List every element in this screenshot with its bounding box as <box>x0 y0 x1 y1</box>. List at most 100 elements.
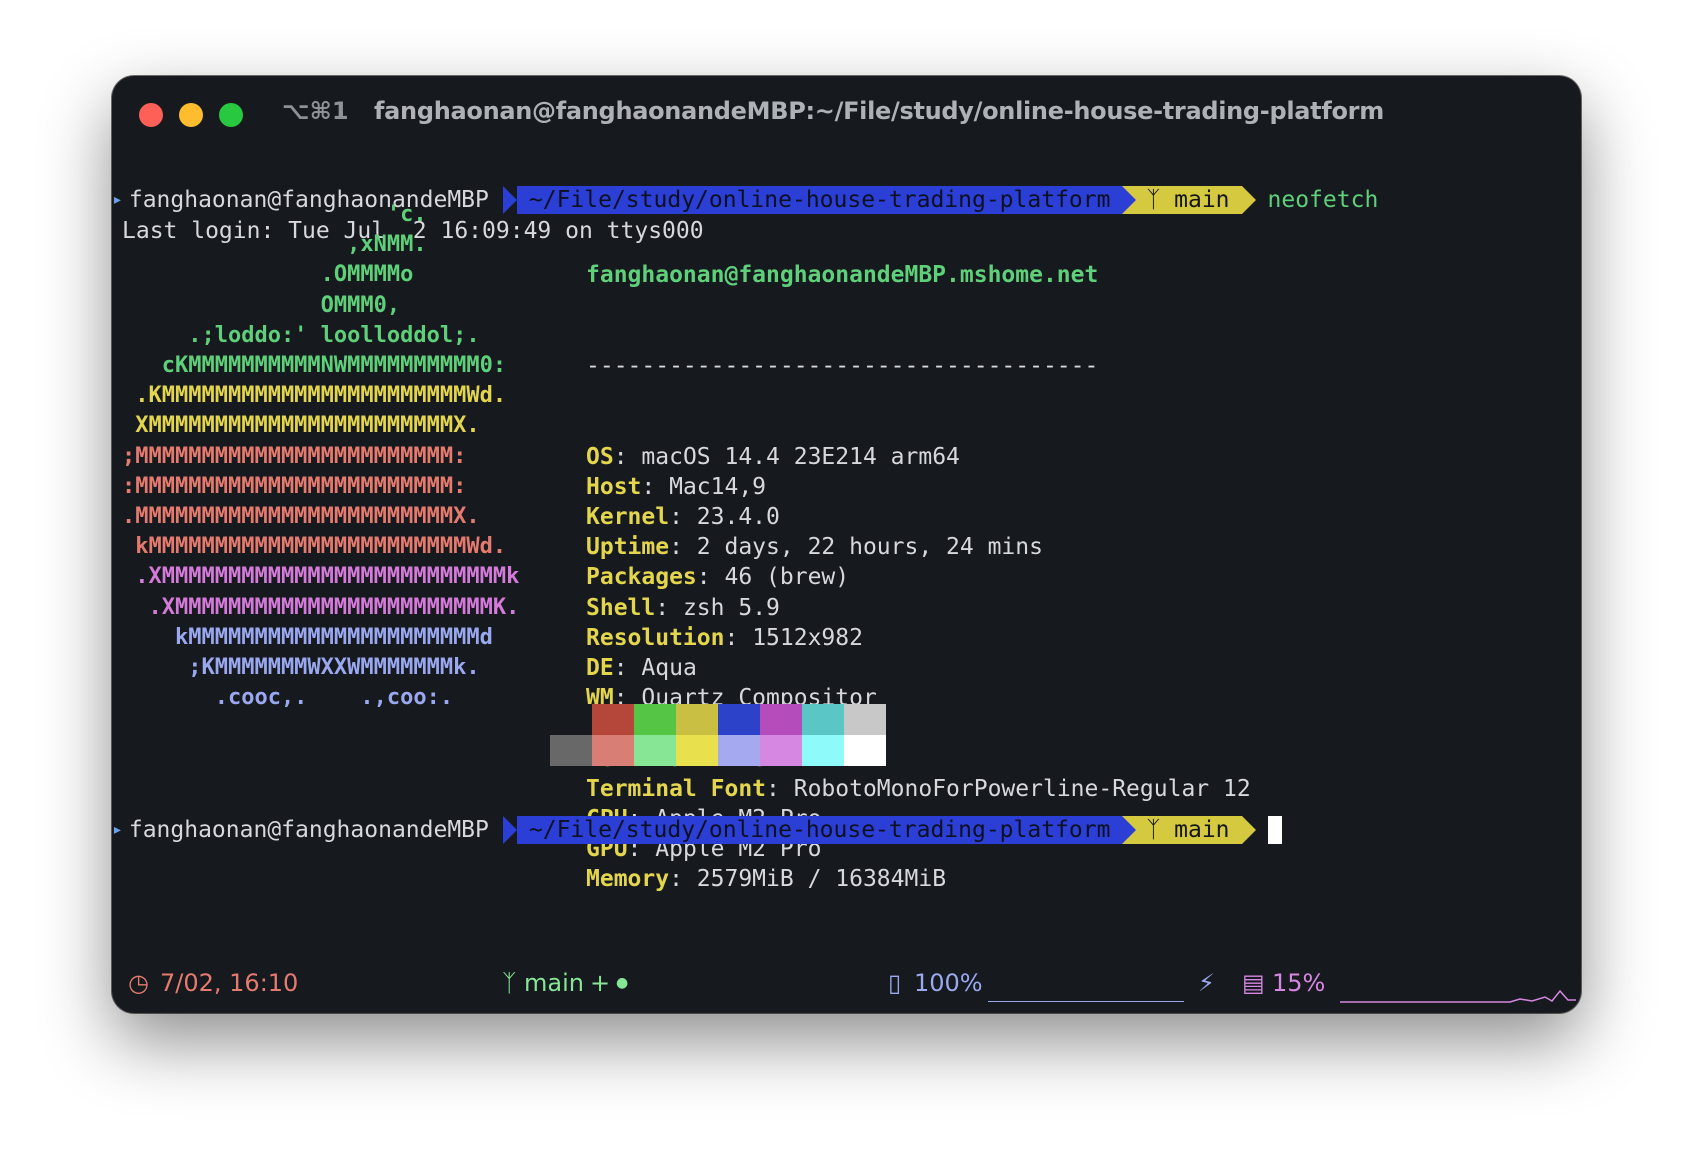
color-swatch <box>760 735 802 766</box>
status-branch: main <box>524 969 584 997</box>
info-colon: : <box>613 655 642 682</box>
ascii-logo-line: .;loddo:' loolloddol;. <box>122 322 480 348</box>
info-key: Terminal Font <box>586 775 767 802</box>
info-colon: : <box>655 594 683 621</box>
color-swatch <box>802 704 844 735</box>
ascii-logo-line: ;MMMMMMMMMMMMMMMMMMMMMMMM: <box>122 443 467 469</box>
info-colon: : <box>641 473 670 500</box>
prompt-caret-icon: ▸ <box>112 819 123 840</box>
color-swatch <box>676 704 718 735</box>
color-swatch <box>550 704 592 735</box>
ascii-logo-line: cKMMMMMMMMMMNWMMMMMMMMMM0: <box>122 353 507 378</box>
status-dot-icon: ● <box>616 975 629 991</box>
info-key: Resolution <box>586 624 725 651</box>
ascii-logo-line: .cooc,. .,coo:. <box>122 685 454 711</box>
zoom-button[interactable] <box>219 103 243 127</box>
info-colon: : <box>669 534 697 561</box>
info-key: Uptime <box>586 534 670 561</box>
color-swatch <box>634 735 676 766</box>
info-value: zsh 5.9 <box>682 594 780 621</box>
status-datetime: 7/02, 16:10 <box>160 969 299 997</box>
clock-icon: ◷ <box>128 969 149 997</box>
color-swatch <box>802 735 844 766</box>
color-swatch <box>634 704 676 735</box>
color-swatch <box>550 735 592 766</box>
color-swatch <box>760 704 802 735</box>
ascii-logo-line: ;KMMMMMMMWXXWMMMMMMMk. <box>122 655 480 680</box>
info-value: Aqua <box>641 655 697 682</box>
color-swatch <box>676 735 718 766</box>
info-key: Shell <box>586 594 656 621</box>
terminal-window: ⌥⌘1 fanghaonan@fanghaonandeMBP:~/File/st… <box>112 76 1581 1013</box>
info-colon: : <box>669 504 697 531</box>
charging-icon: ⚡ <box>1198 969 1215 997</box>
info-colon: : <box>613 443 642 470</box>
ascii-logo-line: .MMMMMMMMMMMMMMMMMMMMMMMMX. <box>122 504 480 529</box>
info-user-host: fanghaonan@fanghaonandeMBP.mshome.net <box>586 262 1099 289</box>
window-shortcut-label: ⌥⌘1 <box>282 97 349 125</box>
ascii-logo-line: .OMMMMo <box>122 262 414 288</box>
minimize-button[interactable] <box>179 103 203 127</box>
info-row: Host: Mac14,9 <box>586 472 1251 502</box>
info-key: DE <box>586 655 614 682</box>
info-key: Packages <box>586 564 697 591</box>
info-row: Kernel: 23.4.0 <box>586 502 1251 532</box>
info-row: Uptime: 2 days, 22 hours, 24 mins <box>586 532 1251 562</box>
info-value: 2579MiB / 16384MiB <box>696 866 947 893</box>
title-bar[interactable]: ⌥⌘1 fanghaonan@fanghaonandeMBP:~/File/st… <box>112 76 1581 136</box>
ascii-logo-line: .XMMMMMMMMMMMMMMMMMMMMMMMMK. <box>122 594 520 620</box>
prompt-branch: main <box>1174 817 1230 843</box>
info-row: Shell: zsh 5.9 <box>586 593 1251 623</box>
color-swatch <box>844 735 886 766</box>
color-swatch <box>592 704 634 735</box>
prompt-command: neofetch <box>1267 187 1379 213</box>
prompt-branch-segment: ᛉ main <box>1122 816 1256 844</box>
git-branch-icon: ᛉ <box>502 969 517 997</box>
close-button[interactable] <box>139 103 163 127</box>
info-separator: ------------------------------------- <box>586 353 1099 380</box>
info-value: 23.4.0 <box>696 504 780 531</box>
text-cursor[interactable] <box>1267 816 1282 844</box>
info-key: Host <box>586 473 642 500</box>
color-palette <box>550 704 886 766</box>
active-prompt-line[interactable]: ▸ fanghaonan@fanghaonandeMBP ~/File/study/… <box>112 816 1282 848</box>
info-row: Terminal Font: RobotoMonoForPowerline-Re… <box>586 774 1251 804</box>
info-row: DE: Aqua <box>586 653 1251 683</box>
info-value: RobotoMonoForPowerline-Regular 12 <box>793 775 1251 802</box>
palette-row-normal <box>550 704 886 735</box>
color-swatch <box>844 704 886 735</box>
info-key: Memory <box>586 866 670 893</box>
color-swatch <box>718 735 760 766</box>
info-colon: : <box>669 866 697 893</box>
info-row: Resolution: 1512x982 <box>586 623 1251 653</box>
cpu-icon: ▤ <box>1242 969 1265 997</box>
status-battery: 100% <box>914 969 983 997</box>
info-value: macOS 14.4 23E214 arm64 <box>641 443 960 470</box>
info-colon: : <box>766 775 794 802</box>
info-key: Kernel <box>586 504 670 531</box>
ascii-logo-line: 'c. <box>122 202 427 227</box>
prompt-path: ~/File/study/online-house-trading-platfo… <box>528 817 1111 843</box>
ascii-logo-line: .KMMMMMMMMMMMMMMMMMMMMMMMWd. <box>122 383 507 409</box>
info-key: OS <box>586 443 614 470</box>
window-title: fanghaonan@fanghaonandeMBP:~/File/study/… <box>374 97 1384 125</box>
color-swatch <box>592 735 634 766</box>
ascii-logo-line: kMMMMMMMMMMMMMMMMMMMMMMd <box>122 624 493 650</box>
git-branch-icon: ᛉ <box>1146 817 1175 843</box>
status-bar: ◷ 7/02, 16:10 ᛉ main + ● ▯ 100% ⚡ ▤ 15% <box>112 953 1581 1013</box>
ascii-logo-line: .XMMMMMMMMMMMMMMMMMMMMMMMMMMk <box>122 564 520 590</box>
info-value: 2 days, 22 hours, 24 mins <box>696 534 1043 561</box>
info-value: Mac14,9 <box>669 473 767 500</box>
info-value: 1512x982 <box>752 624 863 651</box>
prompt-user: fanghaonan@fanghaonandeMBP <box>128 817 489 843</box>
info-row: OS: macOS 14.4 23E214 arm64 <box>586 442 1251 472</box>
status-branch-suffix: + <box>590 969 611 997</box>
battery-graph <box>988 1001 1184 1002</box>
battery-icon: ▯ <box>888 969 902 997</box>
prompt-path-segment: ~/File/study/online-house-trading-platfo… <box>502 816 1137 844</box>
info-value: 46 (brew) <box>724 564 850 591</box>
palette-row-bright <box>550 735 886 766</box>
color-swatch <box>718 704 760 735</box>
info-row: Packages: 46 (brew) <box>586 562 1251 592</box>
info-colon: : <box>724 624 753 651</box>
